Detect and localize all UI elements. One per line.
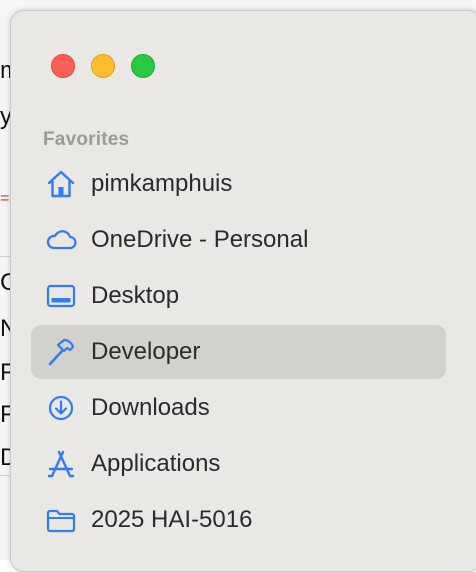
sidebar-item-folder[interactable]: 2025 HAI-5016 bbox=[31, 493, 446, 547]
sidebar-item-label: 2025 HAI-5016 bbox=[91, 506, 253, 533]
zoom-button[interactable] bbox=[131, 54, 155, 78]
background-divider bbox=[0, 475, 10, 476]
sidebar-item-applications[interactable]: Applications bbox=[31, 437, 446, 491]
sidebar-item-home[interactable]: pimkamphuis bbox=[31, 157, 446, 211]
sidebar-item-label: Downloads bbox=[91, 394, 210, 421]
finder-window: Favorites pimkamphuis OneDrive - Persona… bbox=[10, 10, 476, 572]
hammer-icon bbox=[45, 337, 77, 367]
close-button[interactable] bbox=[51, 54, 75, 78]
download-icon bbox=[45, 393, 77, 423]
folder-icon bbox=[45, 505, 77, 535]
sidebar-item-desktop[interactable]: Desktop bbox=[31, 269, 446, 323]
sidebar-item-label: Applications bbox=[91, 450, 221, 477]
sidebar-item-developer[interactable]: Developer bbox=[31, 325, 446, 379]
cloud-icon bbox=[45, 225, 77, 255]
applications-icon bbox=[45, 449, 77, 479]
background-divider bbox=[0, 256, 10, 257]
minimize-button[interactable] bbox=[91, 54, 115, 78]
sidebar-item-label: OneDrive - Personal bbox=[91, 226, 309, 253]
sidebar-item-onedrive[interactable]: OneDrive - Personal bbox=[31, 213, 446, 267]
desktop-icon bbox=[45, 281, 77, 311]
sidebar-item-label: Developer bbox=[91, 338, 201, 365]
sidebar-section-favorites: Favorites bbox=[43, 129, 130, 150]
sidebar-item-label: pimkamphuis bbox=[91, 170, 233, 197]
sidebar-item-label: Desktop bbox=[91, 282, 180, 309]
home-icon bbox=[45, 169, 77, 199]
sidebar-item-downloads[interactable]: Downloads bbox=[31, 381, 446, 435]
